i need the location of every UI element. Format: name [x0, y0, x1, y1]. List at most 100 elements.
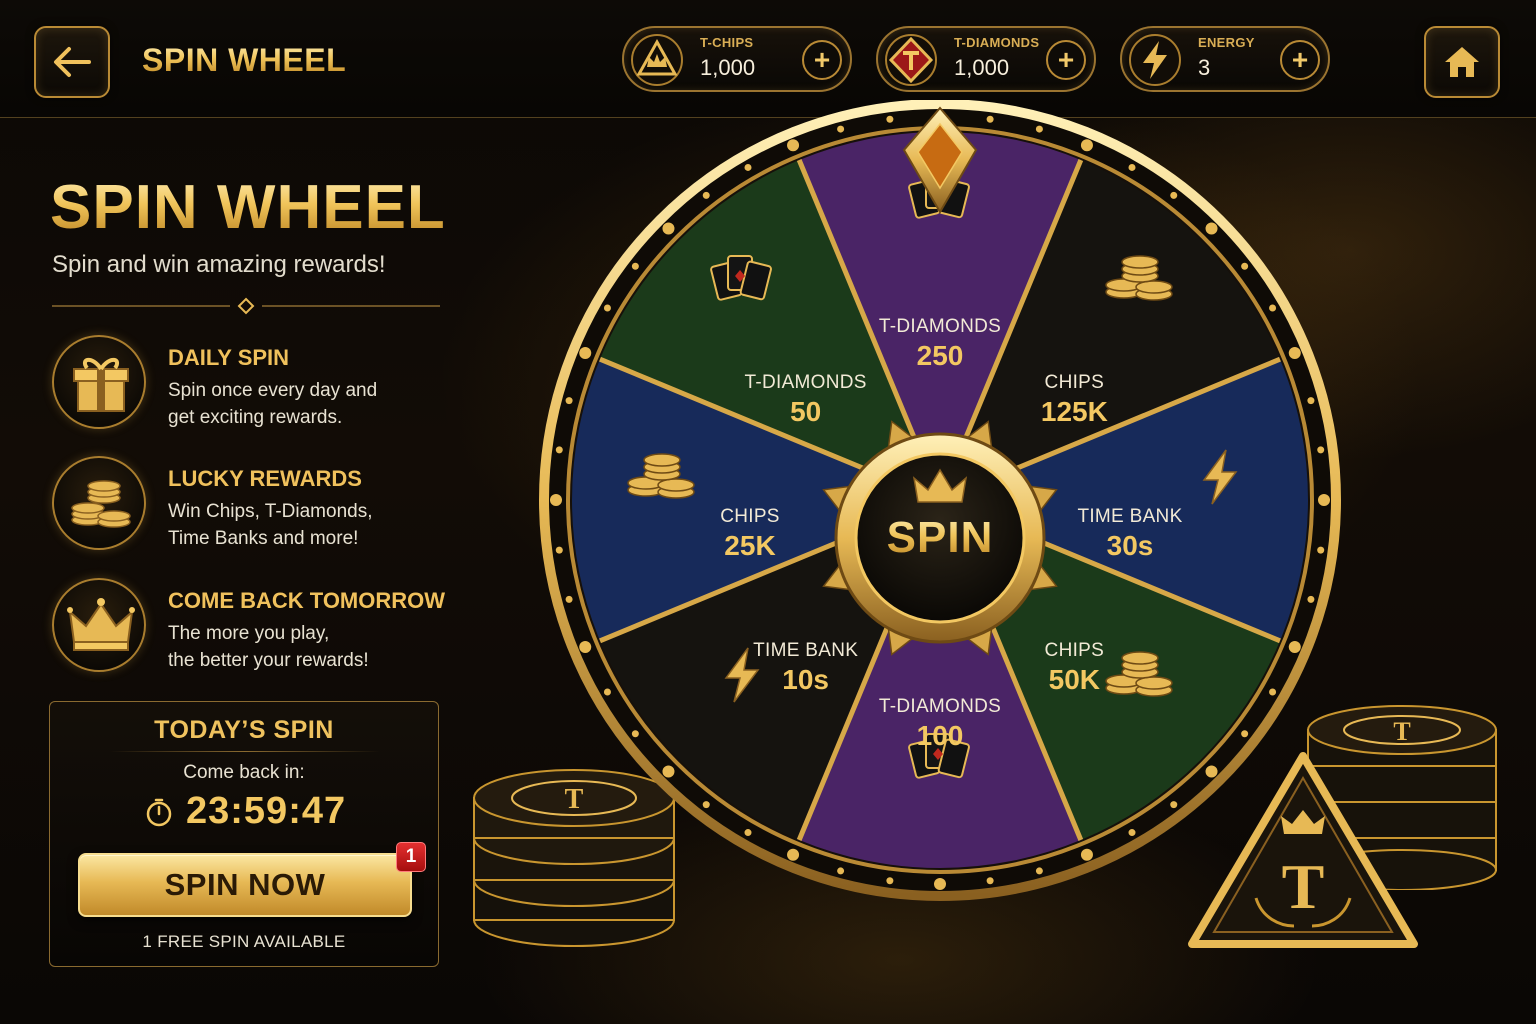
come-back-label: Come back in:	[183, 762, 305, 783]
segment-name: TIME BANK	[1077, 506, 1183, 527]
segment-name: CHIPS	[1044, 640, 1105, 662]
segment-label: TIME BANK 10s	[753, 640, 858, 696]
feature-desc: The more you play, the better your rewar…	[168, 623, 369, 671]
segment-value: 10s	[782, 664, 829, 696]
rim-stud	[702, 191, 710, 199]
segment-name: CHIPS	[1044, 371, 1105, 393]
rim-stud	[837, 125, 845, 133]
rim-stud	[744, 163, 752, 171]
home-button[interactable]	[1424, 26, 1500, 98]
segment-name: T-DIAMONDS	[878, 696, 1002, 717]
segment-label: CHIPS 25K	[720, 506, 780, 562]
feature-desc: Spin once every day and get exciting rew…	[168, 380, 378, 428]
spin-center-label[interactable]: SPIN	[887, 513, 994, 563]
rim-stud	[631, 730, 639, 738]
segment-name: TIME BANK	[753, 640, 859, 662]
rim-stud	[1128, 829, 1136, 837]
segment-label: T-DIAMONDS 250	[879, 316, 1001, 372]
rim-stud	[986, 115, 994, 123]
rim-stud	[1128, 163, 1136, 171]
rim-stud	[1035, 867, 1043, 875]
crown-icon	[67, 598, 135, 651]
feature-lucky-rewards: LUCKY REWARDS Win Chips, T-Diamonds, Tim…	[52, 456, 452, 552]
segment-value: 50	[790, 395, 822, 427]
add-energy-button[interactable]: +	[1280, 40, 1320, 80]
tchips-label: T-CHIPS	[700, 35, 754, 50]
rim-stud	[1080, 139, 1093, 152]
rim-stud	[744, 829, 752, 837]
segment-name: T-DIAMONDS	[878, 316, 1002, 337]
currency-tchips: T-CHIPS 1,000 +	[622, 26, 852, 92]
segment-name: CHIPS	[720, 506, 780, 527]
tchips-value: 1,000	[700, 55, 756, 80]
rim-stud	[1080, 848, 1093, 861]
segment-label: TIME BANK 30s	[1077, 506, 1182, 562]
rim-stud	[1307, 397, 1315, 405]
home-icon	[1445, 47, 1479, 77]
segment-value: 30s	[1106, 530, 1154, 561]
rim-stud	[1288, 640, 1301, 653]
lightning-icon	[1129, 34, 1181, 86]
free-spin-badge: 1	[396, 842, 426, 872]
segment-label: T-DIAMONDS 100	[879, 696, 1001, 752]
rim-stud	[1035, 125, 1043, 133]
segment-value: 50K	[1048, 664, 1101, 696]
todays-spin-card: TODAY’S SPIN Come back in: 23:59:47 SPIN…	[49, 701, 439, 967]
segment-label: T-DIAMONDS 50	[745, 372, 867, 428]
feature-come-back: COME BACK TOMORROW The more you play, th…	[52, 578, 452, 674]
tdiamonds-label: T-DIAMONDS	[954, 35, 1040, 50]
rim-stud	[1269, 688, 1277, 696]
back-button[interactable]	[34, 26, 110, 98]
panel-title: SPIN WHEEL	[50, 173, 446, 242]
rim-stud	[579, 347, 592, 360]
rim-stud	[702, 801, 710, 809]
add-tchips-button[interactable]: +	[802, 40, 842, 80]
rim-stud	[986, 877, 994, 885]
segment-name: T-DIAMONDS	[744, 371, 867, 393]
rim-stud	[886, 115, 894, 123]
rim-stud	[565, 595, 573, 603]
rim-stud	[555, 446, 563, 454]
rim-stud	[1318, 494, 1330, 506]
rim-stud	[1288, 347, 1301, 360]
chip-crown-icon	[631, 34, 683, 86]
rim-stud	[837, 867, 845, 875]
energy-label: ENERGY	[1198, 35, 1255, 50]
segment-value: 250	[916, 340, 964, 371]
arrow-left-icon	[54, 47, 91, 77]
rim-stud	[579, 640, 592, 653]
feature-title: DAILY SPIN	[168, 345, 290, 370]
card-divider	[110, 751, 380, 752]
panel-subtitle: Spin and win amazing rewards!	[52, 251, 386, 278]
todays-spin-title: TODAY’S SPIN	[154, 716, 334, 744]
rim-stud	[934, 878, 946, 890]
rim-stud	[550, 494, 562, 506]
rim-stud	[1241, 262, 1249, 270]
rim-stud	[1317, 546, 1325, 554]
segment-value: 25K	[724, 530, 776, 561]
rim-stud	[1307, 595, 1315, 603]
rim-stud	[603, 688, 611, 696]
rim-stud	[1205, 222, 1218, 235]
rim-stud	[1269, 304, 1277, 312]
rim-stud	[565, 397, 573, 405]
segment-label: CHIPS 125K	[1041, 372, 1108, 428]
rim-stud	[603, 304, 611, 312]
currency-tdiamonds: T-DIAMONDS 1,000 +	[876, 26, 1096, 92]
spin-now-button[interactable]: SPIN NOW	[78, 853, 412, 917]
rim-stud	[1317, 446, 1325, 454]
feature-desc: Win Chips, T-Diamonds, Time Banks and mo…	[168, 501, 373, 549]
rim-stud	[555, 546, 563, 554]
spin-wheel[interactable]	[440, 100, 1440, 920]
segment-label: CHIPS 50K	[1045, 640, 1105, 696]
feature-title: COME BACK TOMORROW	[168, 588, 446, 613]
segment-value: 125K	[1040, 395, 1108, 427]
rim-stud	[1241, 730, 1249, 738]
diamond-icon	[885, 34, 937, 86]
coins-icon	[71, 480, 131, 528]
add-tdiamonds-button[interactable]: +	[1046, 40, 1086, 80]
currency-energy: ENERGY 3 +	[1120, 26, 1330, 92]
countdown-timer: 23:59:47	[186, 790, 347, 832]
free-spin-text: 1 FREE SPIN AVAILABLE	[142, 932, 346, 951]
rim-stud	[787, 848, 800, 861]
